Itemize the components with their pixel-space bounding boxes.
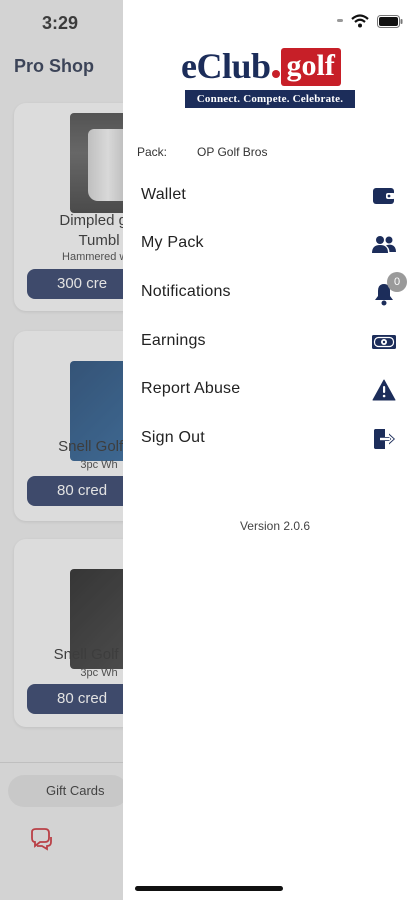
logo-golf-tag: golf [280,48,341,86]
wallet-icon [371,184,397,208]
eclub-golf-logo: eClub golf Connect. Compete. Celebrate. [181,42,359,112]
menu-item-my-pack[interactable]: My Pack [123,222,417,266]
menu-item-report-abuse[interactable]: Report Abuse [123,368,417,412]
menu-item-earnings[interactable]: Earnings [123,320,417,364]
wifi-icon [351,14,369,28]
side-drawer: eClub golf Connect. Compete. Celebrate. … [123,0,417,900]
menu-item-label: Report Abuse [141,380,241,397]
users-icon [371,232,397,256]
menu-item-label: Notifications [141,283,231,300]
menu-item-notifications[interactable]: Notifications [123,271,417,315]
status-icons [337,14,403,28]
money-icon [371,330,397,354]
menu-item-label: Wallet [141,186,187,203]
pack-label: Pack: [137,145,168,159]
logo-dot [271,70,280,78]
dot-icon [337,19,343,22]
app-version: Version 2.0.6 [239,519,311,533]
menu-item-wallet[interactable]: Wallet [123,174,417,218]
home-indicator[interactable] [135,886,283,891]
notifications-badge: 0 [387,272,407,292]
warning-icon [371,378,397,402]
menu-item-sign-out[interactable]: Sign Out [123,417,417,461]
menu-item-label: Sign Out [141,429,205,446]
pack-name: OP Golf Bros [197,145,268,159]
logo-tagline: Connect. Compete. Celebrate. [185,90,355,108]
menu-item-label: Earnings [141,332,206,349]
sign-out-icon [371,427,397,451]
logo-wordmark: eClub [181,46,271,86]
menu-item-label: My Pack [141,234,204,251]
battery-icon [377,14,403,28]
